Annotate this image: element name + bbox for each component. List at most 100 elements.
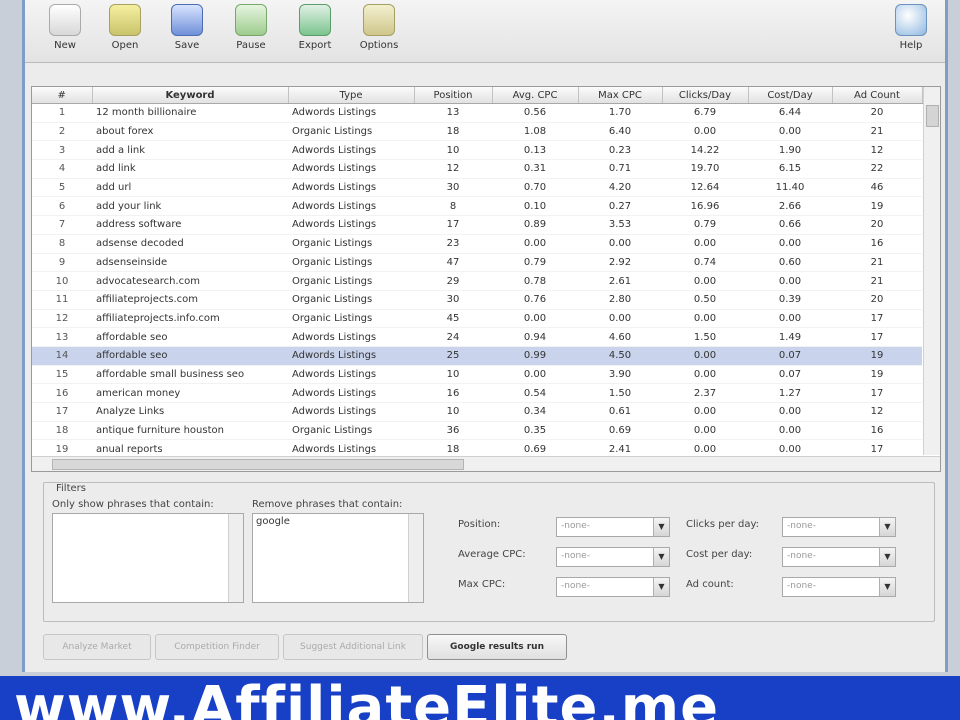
table-row[interactable]: 14 affordable seo Adwords Listings 25 0.99 4.… (32, 346, 922, 366)
new-button[interactable]: New (35, 2, 95, 58)
column-header-cost-day[interactable]: Cost/Day (748, 87, 833, 104)
clicks-per-day-filter-select[interactable]: -none- ▼ (782, 517, 896, 537)
clicks-per-day-filter-label: Clicks per day: (686, 519, 760, 530)
options-button[interactable]: Options (349, 2, 409, 58)
cell-clicks-day: 14.22 (662, 140, 748, 161)
export-button[interactable]: Export (285, 2, 345, 58)
cell-position: 12 (414, 159, 492, 179)
cell-keyword: affordable small business seo (92, 365, 288, 385)
table-row[interactable]: 18 antique furniture houston Organic Listi… (32, 421, 922, 441)
column-header-max-cpc[interactable]: Max CPC (578, 87, 663, 104)
cell-avg-cpc: 0.34 (492, 402, 578, 422)
chevron-down-icon[interactable]: ▼ (653, 548, 669, 566)
column-header-position[interactable]: Position (414, 87, 493, 104)
horizontal-scroll-thumb[interactable] (52, 459, 464, 470)
cell-max-cpc: 0.27 (578, 196, 662, 217)
cell-clicks-day: 1.50 (662, 327, 748, 347)
table-row[interactable]: 17 Analyze Links Adwords Listings 10 0.34 0.6… (32, 402, 922, 422)
column-header-avg-cpc[interactable]: Avg. CPC (492, 87, 579, 104)
table-row[interactable]: 13 affordable seo Adwords Listings 24 0.94 4.… (32, 327, 922, 347)
table-row[interactable]: 8 adsense decoded Organic Listings 23 0.00 0.… (32, 234, 922, 254)
remove-phrases-scrollbar[interactable] (408, 514, 423, 602)
cell-clicks-day: 6.79 (662, 103, 748, 123)
keyword-grid[interactable]: # Keyword Type Position Avg. CPC Max CPC… (31, 86, 941, 472)
chevron-down-icon[interactable]: ▼ (879, 548, 895, 566)
cost-per-day-filter-value: -none- (787, 551, 816, 561)
table-row[interactable]: 16 american money Adwords Listings 16 0.54 1.… (32, 383, 922, 403)
table-row[interactable]: 11 affiliateprojects.com Organic Listings 3… (32, 290, 922, 310)
cell-cost-day: 0.39 (748, 290, 832, 310)
suggest-additional-link-button[interactable]: Suggest Additional Link (283, 634, 423, 660)
position-filter-select[interactable]: -none- ▼ (556, 517, 670, 537)
chevron-down-icon[interactable]: ▼ (879, 578, 895, 596)
vertical-scroll-thumb[interactable] (926, 105, 939, 127)
google-results-run-button[interactable]: Google results run (427, 634, 567, 660)
new-document-icon (49, 4, 81, 36)
ad-count-filter-select[interactable]: -none- ▼ (782, 577, 896, 597)
table-row[interactable]: 2 about forex Organic Listings 18 1.08 6.40 0.… (32, 122, 922, 142)
show-phrases-input[interactable] (52, 513, 244, 603)
avg-cpc-filter-select[interactable]: -none- ▼ (556, 547, 670, 567)
cell-avg-cpc: 0.79 (492, 253, 578, 273)
cell-cost-day: 0.00 (748, 122, 832, 142)
max-cpc-filter-select[interactable]: -none- ▼ (556, 577, 670, 597)
table-row[interactable]: 10 advocatesearch.com Organic Listings 29 0.… (32, 271, 922, 291)
remove-phrases-value: google (256, 516, 290, 527)
cell-keyword: affordable seo (92, 327, 288, 347)
table-row[interactable]: 4 add link Adwords Listings 12 0.31 0.71 19.70… (32, 159, 922, 179)
table-row[interactable]: 7 address software Adwords Listings 17 0.89 3… (32, 215, 922, 235)
table-row[interactable]: 5 add url Adwords Listings 30 0.70 4.20 12.64 1… (32, 178, 922, 198)
chevron-down-icon[interactable]: ▼ (879, 518, 895, 536)
cell-type: Adwords Listings (288, 402, 414, 422)
cell-type: Organic Listings (288, 309, 414, 329)
chevron-down-icon[interactable]: ▼ (653, 518, 669, 536)
cell-max-cpc: 4.60 (578, 327, 662, 347)
table-row[interactable]: 6 add your link Adwords Listings 8 0.10 0.27 1… (32, 196, 922, 217)
analyze-market-button[interactable]: Analyze Market (43, 634, 151, 660)
cell-max-cpc: 4.20 (578, 178, 662, 198)
cell-clicks-day: 0.00 (662, 122, 748, 142)
table-row[interactable]: 15 affordable small business seo Adwords L… (32, 365, 922, 385)
horizontal-scrollbar[interactable] (32, 456, 940, 471)
table-row[interactable]: 3 add a link Adwords Listings 10 0.13 0.23 14.… (32, 140, 922, 161)
cost-per-day-filter-select[interactable]: -none- ▼ (782, 547, 896, 567)
vertical-scrollbar[interactable] (923, 87, 940, 455)
cell-clicks-day: 0.50 (662, 290, 748, 310)
cell-position: 29 (414, 271, 492, 291)
cell-keyword: 12 month billionaire (92, 103, 288, 123)
cell-keyword: affiliateprojects.info.com (92, 309, 288, 329)
cell-index: 1 (32, 103, 92, 123)
column-header-ad-count[interactable]: Ad Count (832, 87, 923, 104)
table-row[interactable]: 12 affiliateprojects.info.com Organic List… (32, 309, 922, 329)
column-header-keyword[interactable]: Keyword (92, 87, 289, 104)
column-header-type[interactable]: Type (288, 87, 415, 104)
cell-clicks-day: 0.00 (662, 365, 748, 385)
new-button-label: New (54, 40, 76, 51)
pause-button[interactable]: Pause (221, 2, 281, 58)
cell-max-cpc: 0.69 (578, 421, 662, 441)
cell-type: Adwords Listings (288, 159, 414, 179)
cell-max-cpc: 0.00 (578, 234, 662, 254)
cell-cost-day: 1.49 (748, 327, 832, 347)
show-phrases-scrollbar[interactable] (228, 514, 243, 602)
cell-ad-count: 16 (832, 234, 922, 254)
cell-max-cpc: 3.90 (578, 365, 662, 385)
banner-text: www.AffiliateElite.me (14, 676, 720, 720)
cell-cost-day: 0.00 (748, 402, 832, 422)
cell-position: 10 (414, 140, 492, 161)
help-button[interactable]: Help (881, 2, 941, 58)
column-header-index[interactable]: # (32, 87, 93, 104)
table-row[interactable]: 1 12 month billionaire Adwords Listings 13 0… (32, 103, 922, 123)
cell-position: 8 (414, 196, 492, 217)
filters-title: Filters (54, 483, 88, 494)
column-header-clicks-day[interactable]: Clicks/Day (662, 87, 749, 104)
table-row[interactable]: 9 adsenseinside Organic Listings 47 0.79 2.92… (32, 253, 922, 273)
cell-ad-count: 19 (832, 346, 922, 366)
cell-max-cpc: 2.92 (578, 253, 662, 273)
open-button[interactable]: Open (95, 2, 155, 58)
chevron-down-icon[interactable]: ▼ (653, 578, 669, 596)
save-button[interactable]: Save (157, 2, 217, 58)
cell-type: Adwords Listings (288, 103, 414, 123)
competition-finder-button[interactable]: Competition Finder (155, 634, 279, 660)
remove-phrases-input[interactable]: google (252, 513, 424, 603)
